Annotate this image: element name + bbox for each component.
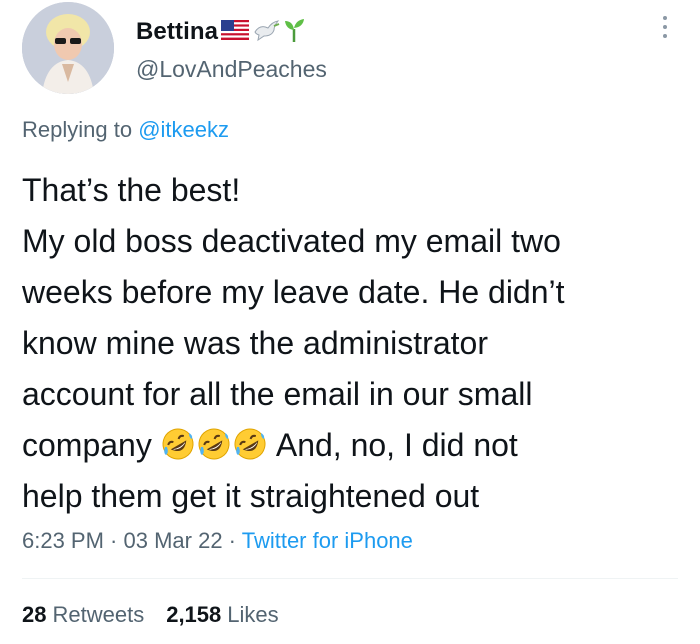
retweets-count: 28 — [22, 602, 47, 627]
tweet-meta: 6:23 PM · 03 Mar 22 · Twitter for iPhone — [22, 528, 413, 554]
tweet-time[interactable]: 6:23 PM — [22, 528, 104, 553]
meta-separator: · — [222, 528, 242, 553]
retweets-label: Retweets — [52, 602, 145, 627]
avatar[interactable] — [22, 2, 114, 94]
display-name[interactable]: Bettina — [136, 18, 218, 46]
rolling-on-floor-laughing-icon — [197, 425, 231, 460]
tweet-line: weeks before my leave date. He didn’t — [22, 274, 565, 310]
dove-icon — [252, 18, 280, 47]
tweet-line: know mine was the administrator — [22, 325, 488, 361]
tweet-line: account for all the email in our small — [22, 376, 533, 412]
reply-handle-link[interactable]: @itkeekz — [138, 117, 229, 142]
tweet-stats: 28 Retweets 2,158 Likes — [22, 602, 279, 628]
divider — [22, 578, 678, 579]
tweet-line: My old boss deactivated my email two — [22, 223, 561, 259]
author-handle[interactable]: @LovAndPeaches — [136, 56, 327, 83]
meta-separator: · — [103, 528, 124, 553]
tweet-header: Bettina @LovAndPeaches — [22, 2, 682, 102]
replying-to-label: Replying to — [22, 117, 139, 142]
likes-count: 2,158 — [166, 602, 222, 627]
rolling-on-floor-laughing-icon — [233, 425, 267, 460]
replying-to: Replying to @itkeekz — [22, 117, 229, 143]
tweet-text-segment: And, no, I did not — [268, 427, 518, 463]
seedling-icon — [283, 17, 305, 48]
retweets-stat[interactable]: 28 Retweets — [22, 602, 144, 628]
name-row: Bettina — [136, 16, 305, 48]
tweet-text: That’s the best! My old boss deactivated … — [22, 165, 692, 522]
tweet-line: That’s the best! — [22, 172, 241, 208]
more-options-icon[interactable] — [660, 16, 670, 46]
tweet-source-link[interactable]: Twitter for iPhone — [242, 528, 413, 553]
tweet-text-segment: company — [22, 427, 161, 463]
us-flag-icon — [221, 19, 250, 45]
likes-stat[interactable]: 2,158 Likes — [166, 602, 278, 628]
tweet-line: help them get it straightened out — [22, 478, 480, 514]
tweet-line-with-emojis: company And, no, I did not — [22, 420, 692, 471]
likes-label: Likes — [227, 602, 279, 627]
rolling-on-floor-laughing-icon — [161, 425, 195, 460]
tweet-date[interactable]: 03 Mar 22 — [124, 528, 223, 553]
